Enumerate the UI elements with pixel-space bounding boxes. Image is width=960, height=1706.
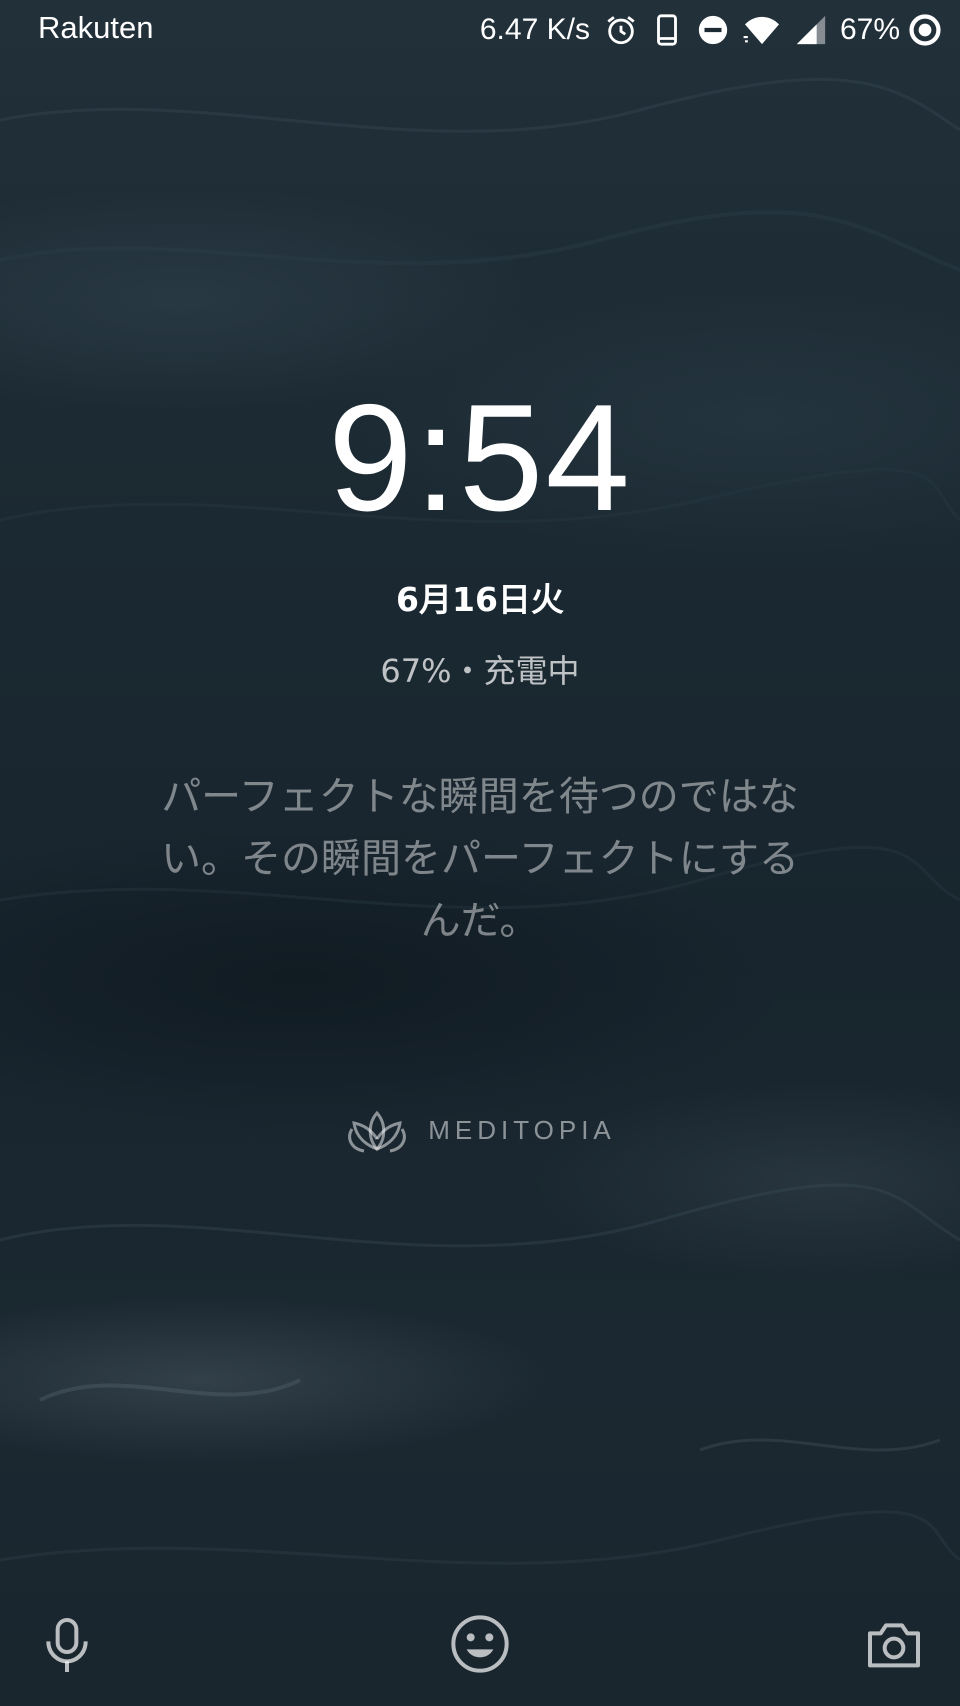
status-bar: Rakuten 6.47 K/s 67% [0, 0, 960, 60]
camera-icon[interactable] [862, 1612, 926, 1676]
lockscreen-quote: パーフェクトな瞬間を待つのではない。その瞬間をパーフェクトにするんだ。 [161, 774, 799, 944]
lockscreen-date: 6月16日火 [396, 580, 564, 619]
brand-logo: MEDITOPIA [0, 1105, 960, 1155]
cell-signal-icon [796, 15, 826, 45]
status-icons: 6.47 K/s 67% [480, 8, 942, 52]
brand-name: MEDITOPIA [428, 1114, 616, 1145]
wifi-icon [743, 16, 779, 45]
data-saver-icon [909, 14, 941, 46]
lotus-icon [348, 1110, 407, 1153]
do-not-disturb-icon [698, 15, 728, 45]
smiley-icon[interactable] [448, 1612, 512, 1676]
carrier-name: Rakuten [38, 10, 154, 45]
phone-icon [657, 14, 677, 46]
charging-status: 67%・充電中 [380, 652, 580, 690]
lockscreen-clock: 9:54 [328, 373, 632, 543]
microphone-icon[interactable] [35, 1612, 99, 1676]
battery-percent: 67% [839, 13, 900, 46]
alarm-icon [607, 16, 635, 45]
network-speed: 6.47 K/s [479, 13, 590, 46]
